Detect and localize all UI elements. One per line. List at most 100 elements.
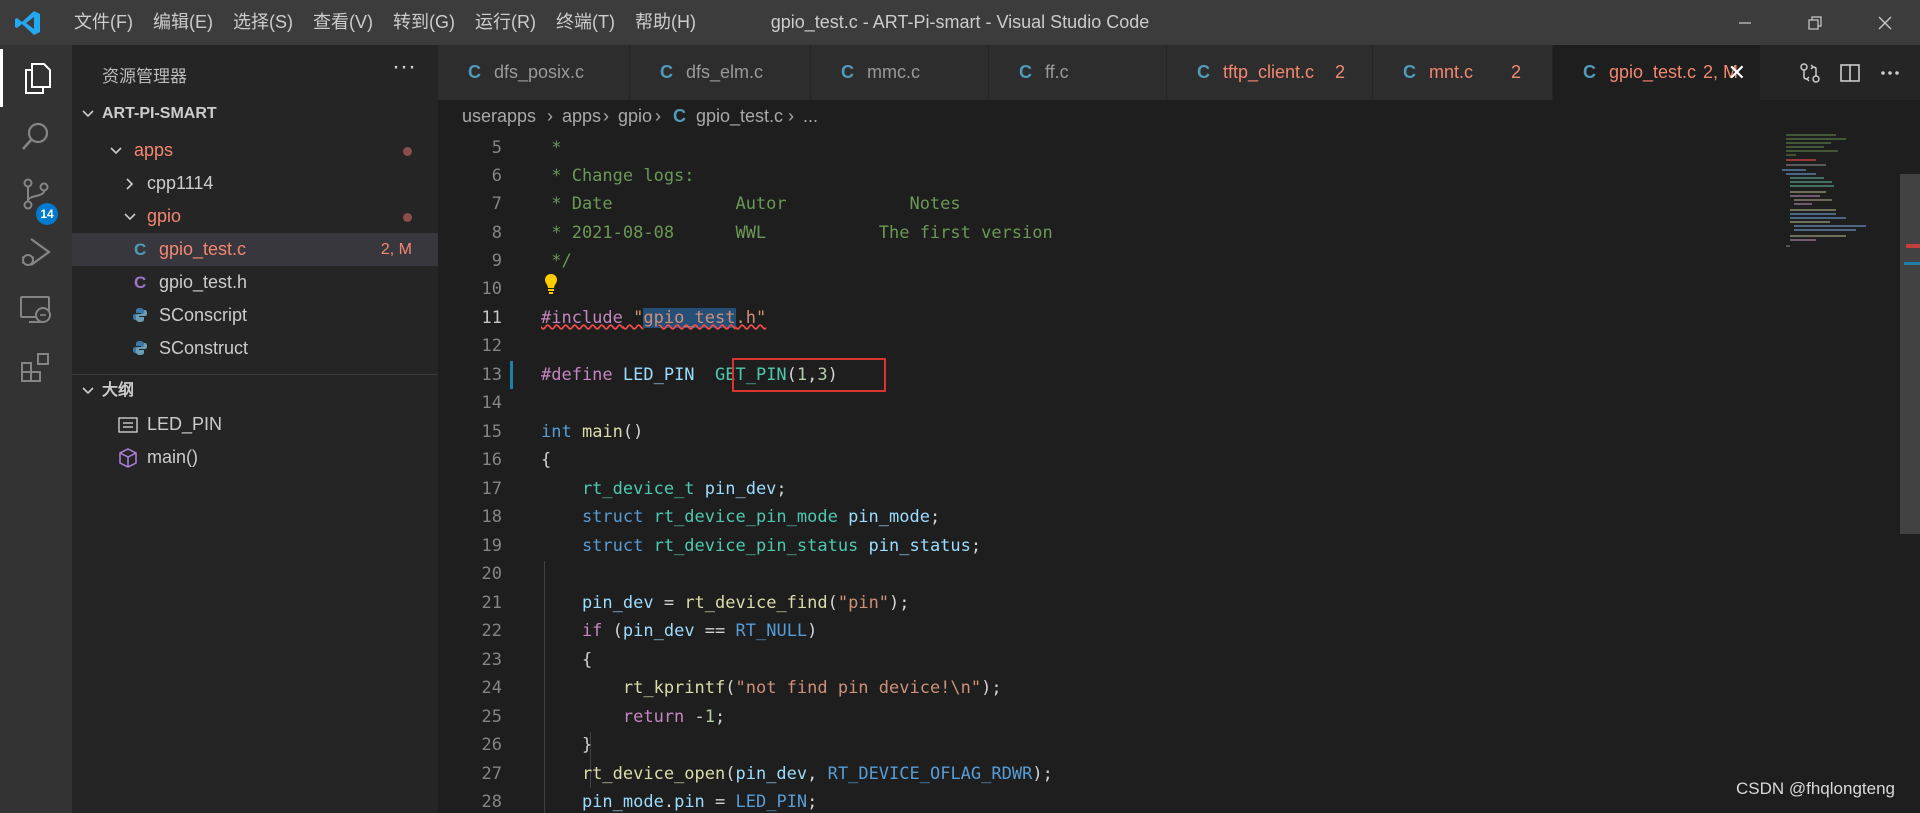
c-file-icon: C bbox=[468, 62, 481, 82]
chevron-right-icon bbox=[126, 178, 134, 190]
code-token: ( bbox=[827, 593, 838, 613]
breadcrumb-item[interactable]: userapps bbox=[462, 100, 536, 132]
workspace-title: ART-PI-SMART bbox=[102, 105, 217, 122]
outline-item-main[interactable]: main() bbox=[72, 441, 438, 474]
workspace-section-header[interactable]: ART-PI-SMART bbox=[72, 98, 438, 130]
tab-label: mmc.c bbox=[867, 62, 920, 82]
menu-terminal[interactable]: 终端(T) bbox=[546, 0, 625, 45]
close-window-button[interactable] bbox=[1850, 0, 1920, 45]
menu-run[interactable]: 运行(R) bbox=[465, 0, 546, 45]
tab-label: mnt.c bbox=[1429, 62, 1474, 82]
menu-edit[interactable]: 编辑(E) bbox=[143, 0, 223, 45]
problem-status-badge: 2, M bbox=[380, 241, 412, 258]
code-token: ; bbox=[776, 479, 787, 499]
code-line: rt_kprintf("not find pin device!\n"); bbox=[541, 674, 1002, 702]
code-token: #include bbox=[541, 308, 623, 328]
chevron-down-icon bbox=[110, 147, 122, 155]
code-line: struct rt_device_pin_status pin_status; bbox=[541, 532, 981, 560]
tree-item-gpio[interactable]: gpio bbox=[72, 200, 438, 233]
line-number: 9 bbox=[491, 251, 502, 271]
code-token: ); bbox=[1032, 764, 1053, 784]
tree-item-sconscript[interactable]: SConscript bbox=[72, 299, 438, 332]
tree-item-cpp1114[interactable]: cpp1114 bbox=[72, 167, 438, 200]
code-token: , bbox=[807, 764, 828, 784]
explorer-sidebar: 资源管理器 ··· ART-PI-SMART apps cpp1114 gpio… bbox=[72, 45, 438, 813]
tab-mmc[interactable]: C mmc.c bbox=[811, 45, 989, 100]
menu-help[interactable]: 帮助(H) bbox=[625, 0, 706, 45]
remote-explorer-button[interactable] bbox=[0, 281, 72, 339]
code-token: pin_dev bbox=[735, 764, 808, 784]
breadcrumb-item[interactable]: apps bbox=[562, 100, 601, 132]
code-token: rt_device_find bbox=[684, 593, 828, 613]
problem-count-badge: 2 bbox=[1511, 62, 1522, 82]
explorer-button[interactable] bbox=[0, 49, 72, 107]
minimap[interactable] bbox=[1776, 132, 1900, 272]
code-token: pin_dev bbox=[622, 621, 695, 641]
vscode-logo-icon bbox=[15, 11, 40, 35]
menu-file[interactable]: 文件(F) bbox=[64, 0, 143, 45]
run-debug-button[interactable] bbox=[0, 223, 72, 281]
open-changes-button[interactable] bbox=[1790, 45, 1830, 100]
chevron-down-icon bbox=[82, 110, 94, 118]
tab-tftp-client[interactable]: C tftp_client.c 2 bbox=[1167, 45, 1373, 100]
code-editor[interactable]: 5 6 7 8 9 10 11 12 13 14 15 16 17 18 19 … bbox=[438, 132, 1920, 813]
tab-dfs-elm[interactable]: C dfs_elm.c bbox=[630, 45, 811, 100]
tree-item-label: SConscript bbox=[159, 305, 248, 325]
tab-dfs-posix[interactable]: C dfs_posix.c bbox=[438, 45, 630, 100]
chevron-down-icon bbox=[82, 387, 94, 395]
h-file-icon: C bbox=[134, 273, 147, 292]
tree-item-label: apps bbox=[134, 140, 174, 160]
tab-gpio-test[interactable]: C gpio_test.c 2, M ✕ bbox=[1553, 45, 1761, 100]
line-number: 27 bbox=[481, 764, 502, 784]
code-line: return -1; bbox=[541, 703, 725, 731]
tree-item-gpio-test-h[interactable]: C gpio_test.h bbox=[72, 266, 438, 299]
python-file-icon bbox=[133, 341, 147, 355]
ellipsis-icon bbox=[1881, 70, 1899, 75]
line-number: 8 bbox=[491, 223, 502, 243]
menu-view[interactable]: 查看(V) bbox=[303, 0, 383, 45]
menu-go[interactable]: 转到(G) bbox=[383, 0, 465, 45]
code-token: return bbox=[541, 707, 685, 727]
lightbulb-icon[interactable] bbox=[544, 273, 558, 295]
tab-ff[interactable]: C ff.c bbox=[989, 45, 1167, 100]
breadcrumb-item[interactable]: ... bbox=[803, 100, 818, 132]
code-token: - bbox=[684, 707, 705, 727]
more-actions-button[interactable]: ··· bbox=[392, 53, 416, 81]
tab-mnt[interactable]: C mnt.c 2 bbox=[1373, 45, 1553, 100]
tab-label: gpio_test.c bbox=[1609, 62, 1697, 82]
menu-selection[interactable]: 选择(S) bbox=[223, 0, 303, 45]
sidebar-title: 资源管理器 bbox=[102, 67, 187, 86]
extensions-button[interactable] bbox=[0, 339, 72, 397]
breadcrumb-item[interactable]: gpio bbox=[618, 100, 652, 132]
code-token: ; bbox=[929, 507, 941, 527]
line-number: 21 bbox=[481, 593, 502, 613]
activity-bar: 14 bbox=[0, 45, 72, 813]
split-editor-button[interactable] bbox=[1830, 45, 1870, 100]
constant-symbol-icon bbox=[118, 417, 138, 433]
tree-item-sconstruct[interactable]: SConstruct bbox=[72, 332, 438, 365]
outline-section-header[interactable]: 大纲 bbox=[72, 375, 438, 407]
source-control-button[interactable]: 14 bbox=[0, 165, 72, 225]
restore-button[interactable] bbox=[1780, 0, 1850, 45]
c-file-icon: C bbox=[1019, 62, 1032, 82]
line-number: 28 bbox=[481, 792, 502, 812]
code-token: " bbox=[622, 308, 644, 328]
scrollbar-thumb[interactable] bbox=[1900, 174, 1920, 534]
breadcrumb-separator: › bbox=[655, 106, 661, 126]
search-button[interactable] bbox=[0, 107, 72, 165]
highlight-box bbox=[732, 358, 886, 392]
tree-item-gpio-test-c[interactable]: C gpio_test.c 2, M bbox=[72, 233, 438, 266]
minimize-button[interactable] bbox=[1710, 0, 1780, 45]
line-number: 26 bbox=[481, 735, 502, 755]
minimize-icon bbox=[1739, 21, 1751, 24]
breadcrumb-item[interactable]: gpio_test.c bbox=[696, 100, 783, 132]
line-number: 19 bbox=[481, 536, 502, 556]
editor-more-actions-button[interactable] bbox=[1870, 45, 1910, 100]
breadcrumb-separator: › bbox=[547, 106, 553, 126]
outline-item-led-pin[interactable]: LED_PIN bbox=[72, 408, 438, 441]
code-token: rt_device_pin_status bbox=[643, 536, 859, 556]
close-tab-button[interactable]: ✕ bbox=[1728, 45, 1746, 100]
tree-item-apps[interactable]: apps bbox=[72, 134, 438, 167]
breadcrumb-separator: › bbox=[603, 106, 609, 126]
function-symbol-icon bbox=[119, 448, 137, 468]
